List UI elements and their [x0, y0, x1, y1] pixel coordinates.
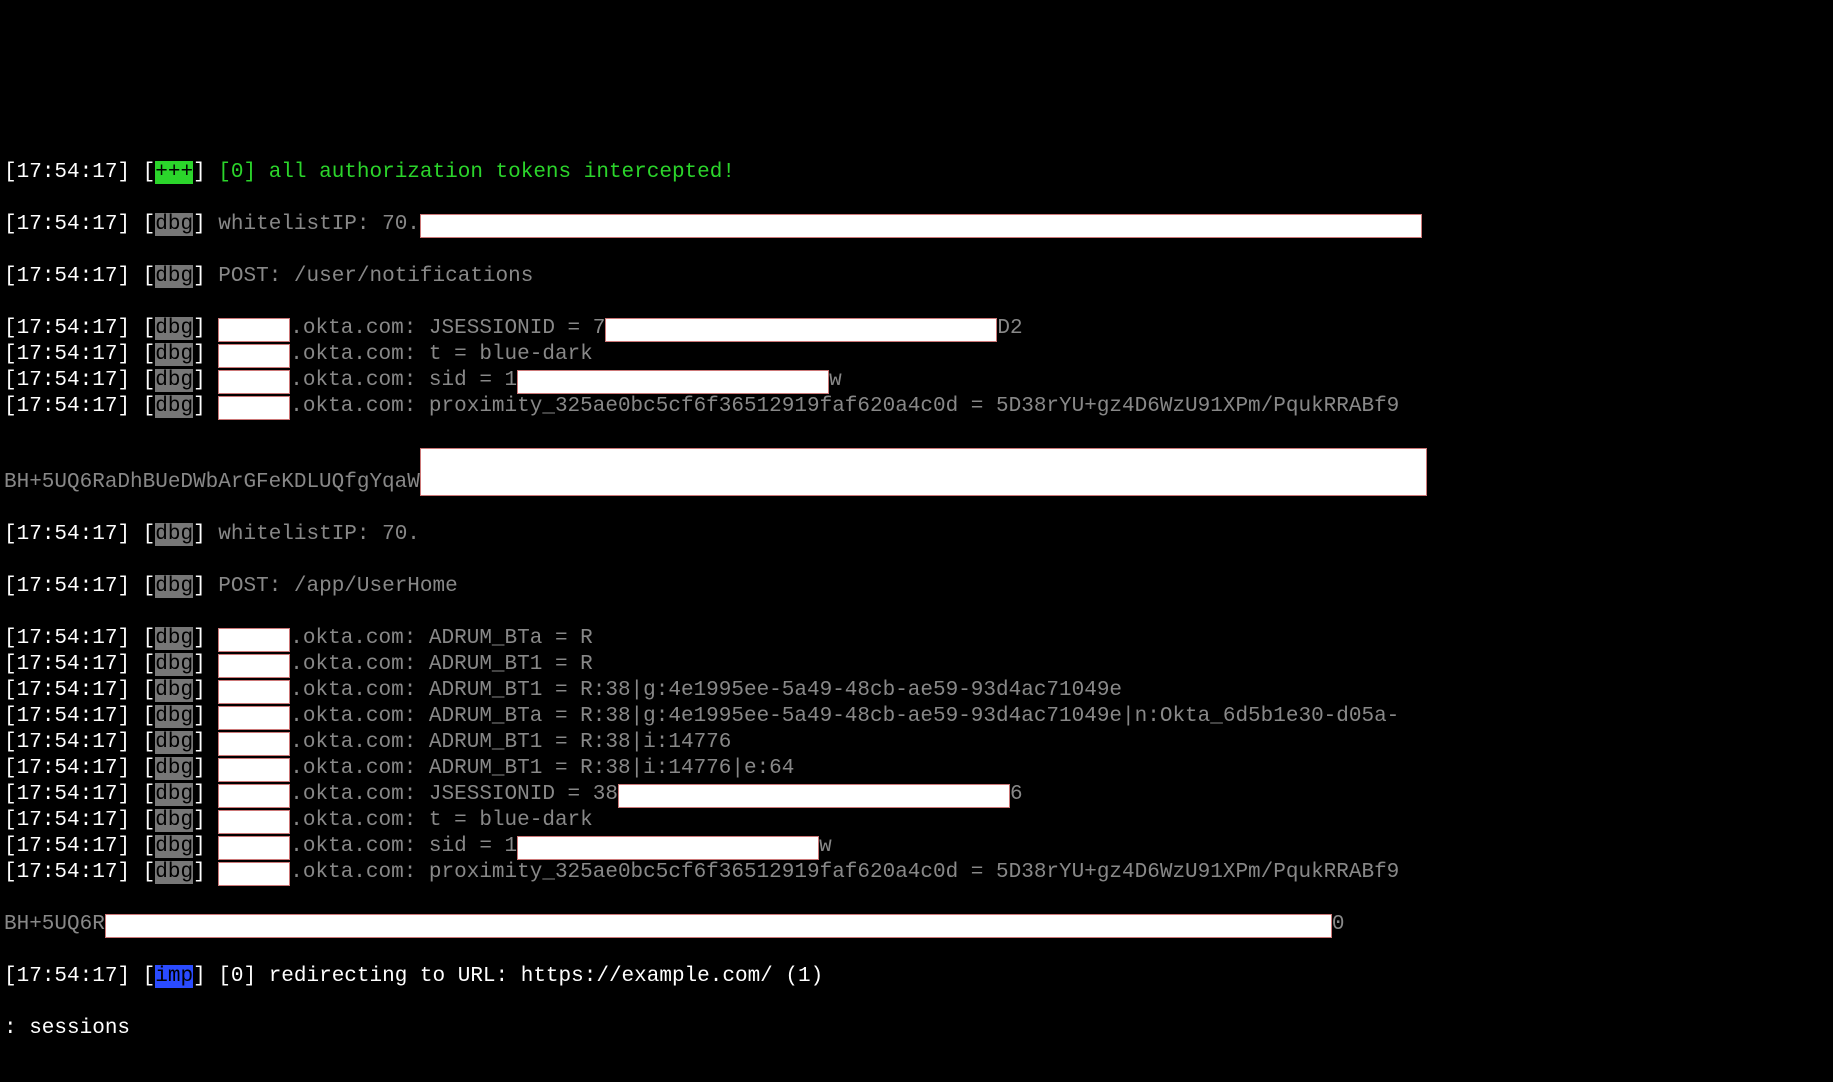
prompt-line[interactable]: : sessions [4, 1017, 130, 1040]
log-line: [17:54:17] [dbg] .okta.com: sid = 1w [4, 835, 832, 858]
log-line: [17:54:17] [dbg] .okta.com: JSESSIONID =… [4, 783, 1023, 806]
redacted-cookie [618, 784, 1010, 808]
log-line: [17:54:17] [dbg] .okta.com: ADRUM_BT1 = … [4, 679, 1122, 702]
redacted-long [420, 448, 1427, 496]
log-line: [17:54:17] [dbg] .okta.com: proximity_32… [4, 395, 1399, 418]
log-line: [17:54:17] [dbg] .okta.com: ADRUM_BTa = … [4, 627, 593, 650]
redacted-cookie [517, 836, 819, 860]
log-line: [17:54:17] [dbg] .okta.com: t = blue-dar… [4, 809, 593, 832]
log-line: [17:54:17] [dbg] .okta.com: ADRUM_BT1 = … [4, 731, 731, 754]
log-line: BH+5UQ6RaDhBUeDWbArGFeKDLUQfgYqaW [4, 471, 1427, 494]
log-line: [17:54:17] [dbg] .okta.com: ADRUM_BT1 = … [4, 653, 593, 676]
log-line: [17:54:17] [dbg] POST: /user/notificatio… [4, 265, 533, 288]
log-line: [17:54:17] [dbg] .okta.com: JSESSIONID =… [4, 317, 1023, 340]
plus-tag: +++ [155, 161, 193, 184]
log-line: [17:54:17] [dbg] .okta.com: t = blue-dar… [4, 343, 593, 366]
redacted-ip [420, 214, 1422, 238]
log-line: BH+5UQ6R0 [4, 913, 1344, 936]
log-line: [17:54:17] [dbg] .okta.com: ADRUM_BTa = … [4, 705, 1399, 728]
log-line: [17:54:17] [dbg] whitelistIP: 70. [4, 523, 420, 546]
log-line: [17:54:17] [dbg] .okta.com: ADRUM_BT1 = … [4, 757, 794, 780]
terminal-output: [17:54:17] [+++] [0] all authorization t… [0, 104, 1833, 1082]
imp-tag: imp [155, 965, 193, 988]
redacted-cookie [517, 370, 829, 394]
redacted-subdomain [218, 318, 290, 342]
log-line: [17:54:17] [+++] [0] all authorization t… [4, 161, 735, 184]
redacted-long [105, 914, 1332, 938]
log-line: [17:54:17] [dbg] whitelistIP: 70. [4, 213, 1422, 236]
redacted-cookie [605, 318, 997, 342]
log-line: [17:54:17] [dbg] .okta.com: proximity_32… [4, 861, 1399, 884]
log-line: [17:54:17] [dbg] POST: /app/UserHome [4, 575, 458, 598]
dbg-tag: dbg [155, 213, 193, 236]
log-line: [17:54:17] [imp] [0] redirecting to URL:… [4, 965, 823, 988]
log-line: [17:54:17] [dbg] .okta.com: sid = 1w [4, 369, 842, 392]
